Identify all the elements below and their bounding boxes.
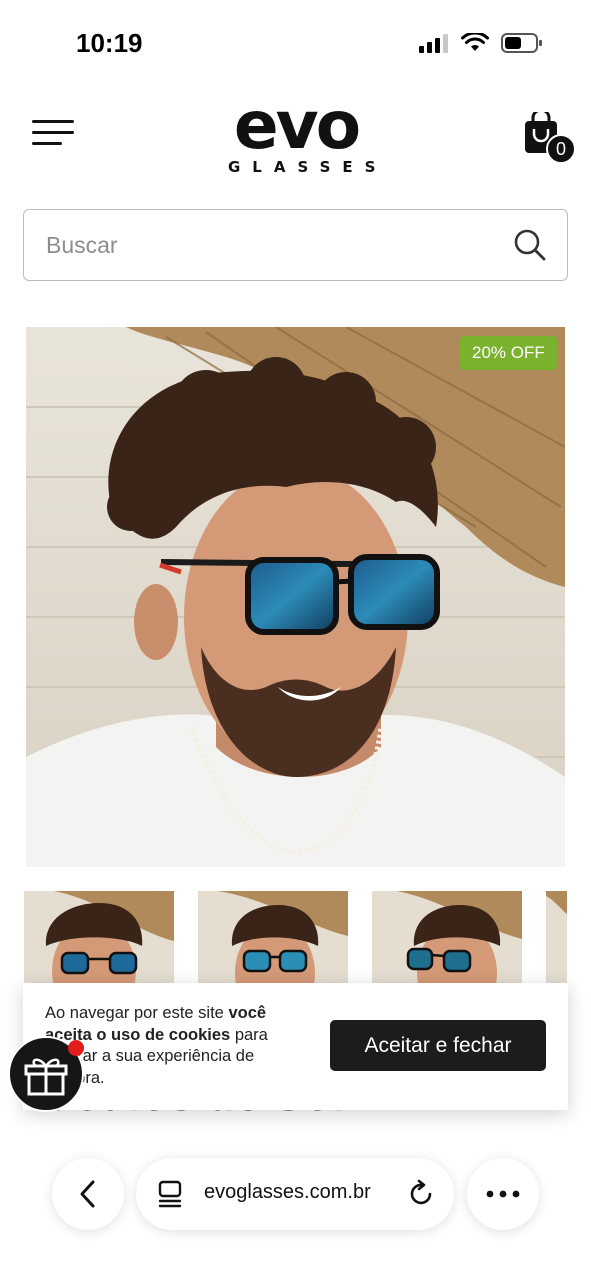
url-text: evoglasses.com.br bbox=[204, 1181, 371, 1203]
menu-icon bbox=[32, 120, 74, 123]
logo-main-text: evo bbox=[233, 87, 361, 164]
reload-icon[interactable] bbox=[408, 1179, 436, 1209]
logo-sub-text: GLASSES bbox=[228, 158, 388, 176]
status-bar: 10:19 bbox=[0, 0, 591, 80]
thumbnail-3[interactable] bbox=[372, 891, 522, 983]
thumbnail-1[interactable] bbox=[24, 891, 174, 983]
notification-dot bbox=[68, 1040, 84, 1056]
signal-icon bbox=[419, 34, 448, 53]
accept-cookies-button[interactable]: Aceitar e fechar bbox=[330, 1020, 546, 1071]
search-input[interactable] bbox=[46, 228, 486, 262]
address-bar[interactable]: evoglasses.com.br bbox=[136, 1158, 454, 1230]
thumbnail-4[interactable] bbox=[546, 891, 567, 983]
menu-button[interactable] bbox=[32, 116, 76, 150]
cookie-message: Ao navegar por este site você aceita o u… bbox=[45, 1004, 268, 1087]
gift-button[interactable] bbox=[8, 1036, 84, 1112]
cookie-banner: Ao navegar por este site você aceita o u… bbox=[23, 983, 568, 1110]
search-bar bbox=[23, 209, 568, 281]
wifi-icon bbox=[461, 33, 489, 51]
back-button[interactable] bbox=[52, 1158, 124, 1230]
search-icon[interactable] bbox=[513, 228, 547, 262]
product-main-image[interactable] bbox=[26, 327, 565, 867]
thumbnail-strip bbox=[24, 891, 567, 983]
logo[interactable]: evo GLASSES bbox=[216, 90, 376, 180]
more-options-button[interactable] bbox=[467, 1158, 539, 1230]
discount-badge: 20% OFF bbox=[460, 336, 557, 370]
more-icon bbox=[486, 1190, 520, 1198]
cart-button[interactable]: 0 bbox=[520, 112, 578, 168]
browser-toolbar: evoglasses.com.br bbox=[0, 1130, 591, 1280]
site-header: evo GLASSES 0 bbox=[0, 82, 591, 192]
back-icon bbox=[80, 1180, 95, 1208]
thumbnail-2[interactable] bbox=[198, 891, 348, 983]
status-icons bbox=[419, 32, 543, 54]
status-time: 10:19 bbox=[76, 28, 143, 58]
product-photo bbox=[26, 327, 565, 867]
tabs-icon[interactable] bbox=[158, 1180, 184, 1208]
battery-icon bbox=[501, 33, 542, 53]
cart-count-badge: 0 bbox=[546, 134, 576, 164]
